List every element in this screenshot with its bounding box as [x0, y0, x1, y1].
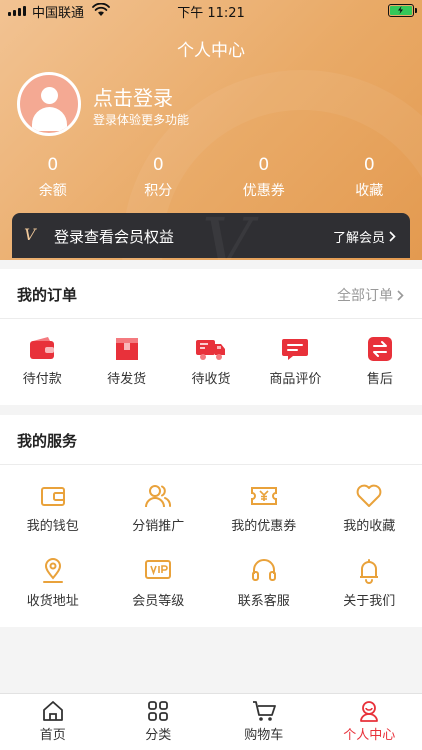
services-card: 我的服务 我的钱包 分销推广 我的优惠券 我的收藏 收货地址 会员等级 联系客服…: [0, 415, 422, 627]
service-about[interactable]: 关于我们: [317, 546, 422, 621]
chevron-right-icon: [389, 231, 396, 242]
users-icon: [145, 485, 172, 508]
home-icon: [42, 701, 63, 721]
profile-icon: [360, 701, 379, 722]
stat-value: 0: [152, 155, 164, 175]
order-pending-receipt[interactable]: 待收货: [169, 319, 253, 403]
exchange-icon: [367, 337, 392, 361]
grid-icon: [148, 701, 169, 721]
login-subtitle: 登录体验更多功能: [93, 113, 190, 127]
member-text: 登录查看会员权益: [54, 228, 175, 246]
tab-cart[interactable]: 购物车: [211, 694, 317, 750]
order-pending-shipment[interactable]: 待发货: [84, 319, 168, 403]
account-stats: 0 余额 0 积分 0 优惠券 0 收藏: [0, 154, 422, 202]
tab-label: 购物车: [244, 728, 284, 743]
order-status-row: 待付款 待发货 待收货 商品评价 售后: [0, 319, 422, 403]
service-favorites[interactable]: 我的收藏: [317, 471, 422, 546]
stat-value: 0: [258, 155, 270, 175]
service-label: 我的优惠券: [231, 519, 297, 534]
package-icon: [115, 338, 138, 360]
vip-watermark: V: [202, 203, 253, 260]
order-item-label: 售后: [366, 372, 393, 387]
service-distribution[interactable]: 分销推广: [106, 471, 212, 546]
bottom-tab-bar: 首页 分类 购物车 个人中心: [0, 693, 422, 750]
service-label: 收货地址: [26, 594, 79, 609]
battery-icon: [388, 4, 417, 17]
page-title: 个人中心: [177, 41, 245, 61]
orders-card: 我的订单 全部订单 待付款 待发货 待收货 商品评价 售后: [0, 269, 422, 405]
service-label: 分销推广: [132, 519, 185, 534]
order-pending-payment[interactable]: 待付款: [0, 319, 84, 403]
profile-header: 中国联通 下午 11:21 个人中心 点击登录 登录体验更多功能 0 余额 0 …: [0, 0, 422, 260]
service-label: 我的收藏: [343, 519, 396, 534]
service-coupons[interactable]: 我的优惠券: [211, 471, 317, 546]
stat-coupons[interactable]: 0 优惠券: [211, 154, 317, 202]
wallet-icon: [30, 337, 55, 359]
service-label: 会员等级: [132, 594, 185, 609]
bell-icon: [360, 559, 379, 584]
wallet-outline-icon: [40, 487, 65, 506]
orders-header: 我的订单 全部订单: [0, 269, 422, 319]
service-label: 我的钱包: [26, 519, 79, 534]
location-icon: [42, 558, 63, 583]
stat-label: 优惠券: [242, 183, 285, 199]
service-address[interactable]: 收货地址: [0, 546, 106, 621]
all-orders-link[interactable]: 全部订单: [337, 285, 404, 305]
chevron-right-icon: [397, 289, 404, 301]
services-grid: 我的钱包 分销推广 我的优惠券 我的收藏 收货地址 会员等级 联系客服 关于我们: [0, 465, 422, 621]
order-item-label: 待发货: [107, 372, 147, 387]
services-header: 我的服务: [0, 415, 422, 465]
login-button[interactable]: 点击登录: [93, 82, 173, 111]
member-link[interactable]: 了解会员: [333, 227, 396, 246]
service-wallet[interactable]: 我的钱包: [0, 471, 106, 546]
order-item-label: 待付款: [22, 372, 62, 387]
member-link-label: 了解会员: [332, 231, 385, 246]
stat-value: 0: [363, 155, 375, 175]
stat-label: 余额: [38, 183, 67, 199]
order-item-label: 商品评价: [269, 372, 322, 387]
truck-icon: [196, 340, 226, 360]
tab-profile[interactable]: 个人中心: [317, 694, 422, 750]
stat-label: 积分: [144, 183, 173, 199]
vip-icon: [145, 560, 172, 579]
tab-label: 分类: [145, 728, 172, 743]
services-title: 我的服务: [17, 432, 78, 450]
tab-label: 个人中心: [343, 728, 396, 743]
order-item-label: 待收货: [191, 372, 231, 387]
stat-balance[interactable]: 0 余额: [0, 154, 106, 202]
stat-value: 0: [47, 155, 59, 175]
tab-label: 首页: [39, 728, 66, 743]
orders-title: 我的订单: [17, 286, 78, 304]
cart-icon: [252, 701, 276, 721]
tab-home[interactable]: 首页: [0, 694, 106, 750]
order-after-sales[interactable]: 售后: [338, 319, 422, 403]
status-time: 下午 11:21: [177, 6, 245, 21]
service-label: 关于我们: [343, 594, 396, 609]
tab-category[interactable]: 分类: [106, 694, 212, 750]
avatar[interactable]: [17, 72, 81, 136]
service-membership[interactable]: 会员等级: [106, 546, 212, 621]
stat-label: 收藏: [355, 183, 384, 199]
order-review[interactable]: 商品评价: [253, 319, 337, 403]
vip-mark-icon: V: [24, 225, 36, 244]
status-bar: 中国联通 下午 11:21: [0, 0, 422, 22]
all-orders-label: 全部订单: [337, 288, 393, 304]
stat-points[interactable]: 0 积分: [106, 154, 212, 202]
member-banner[interactable]: V V 登录查看会员权益 了解会员: [12, 203, 410, 260]
service-support[interactable]: 联系客服: [211, 546, 317, 621]
coupon-icon: [250, 487, 277, 505]
stat-favorites[interactable]: 0 收藏: [317, 154, 422, 202]
headset-icon: [251, 559, 276, 581]
heart-icon: [356, 484, 382, 507]
comment-icon: [282, 339, 309, 360]
service-label: 联系客服: [237, 594, 290, 609]
